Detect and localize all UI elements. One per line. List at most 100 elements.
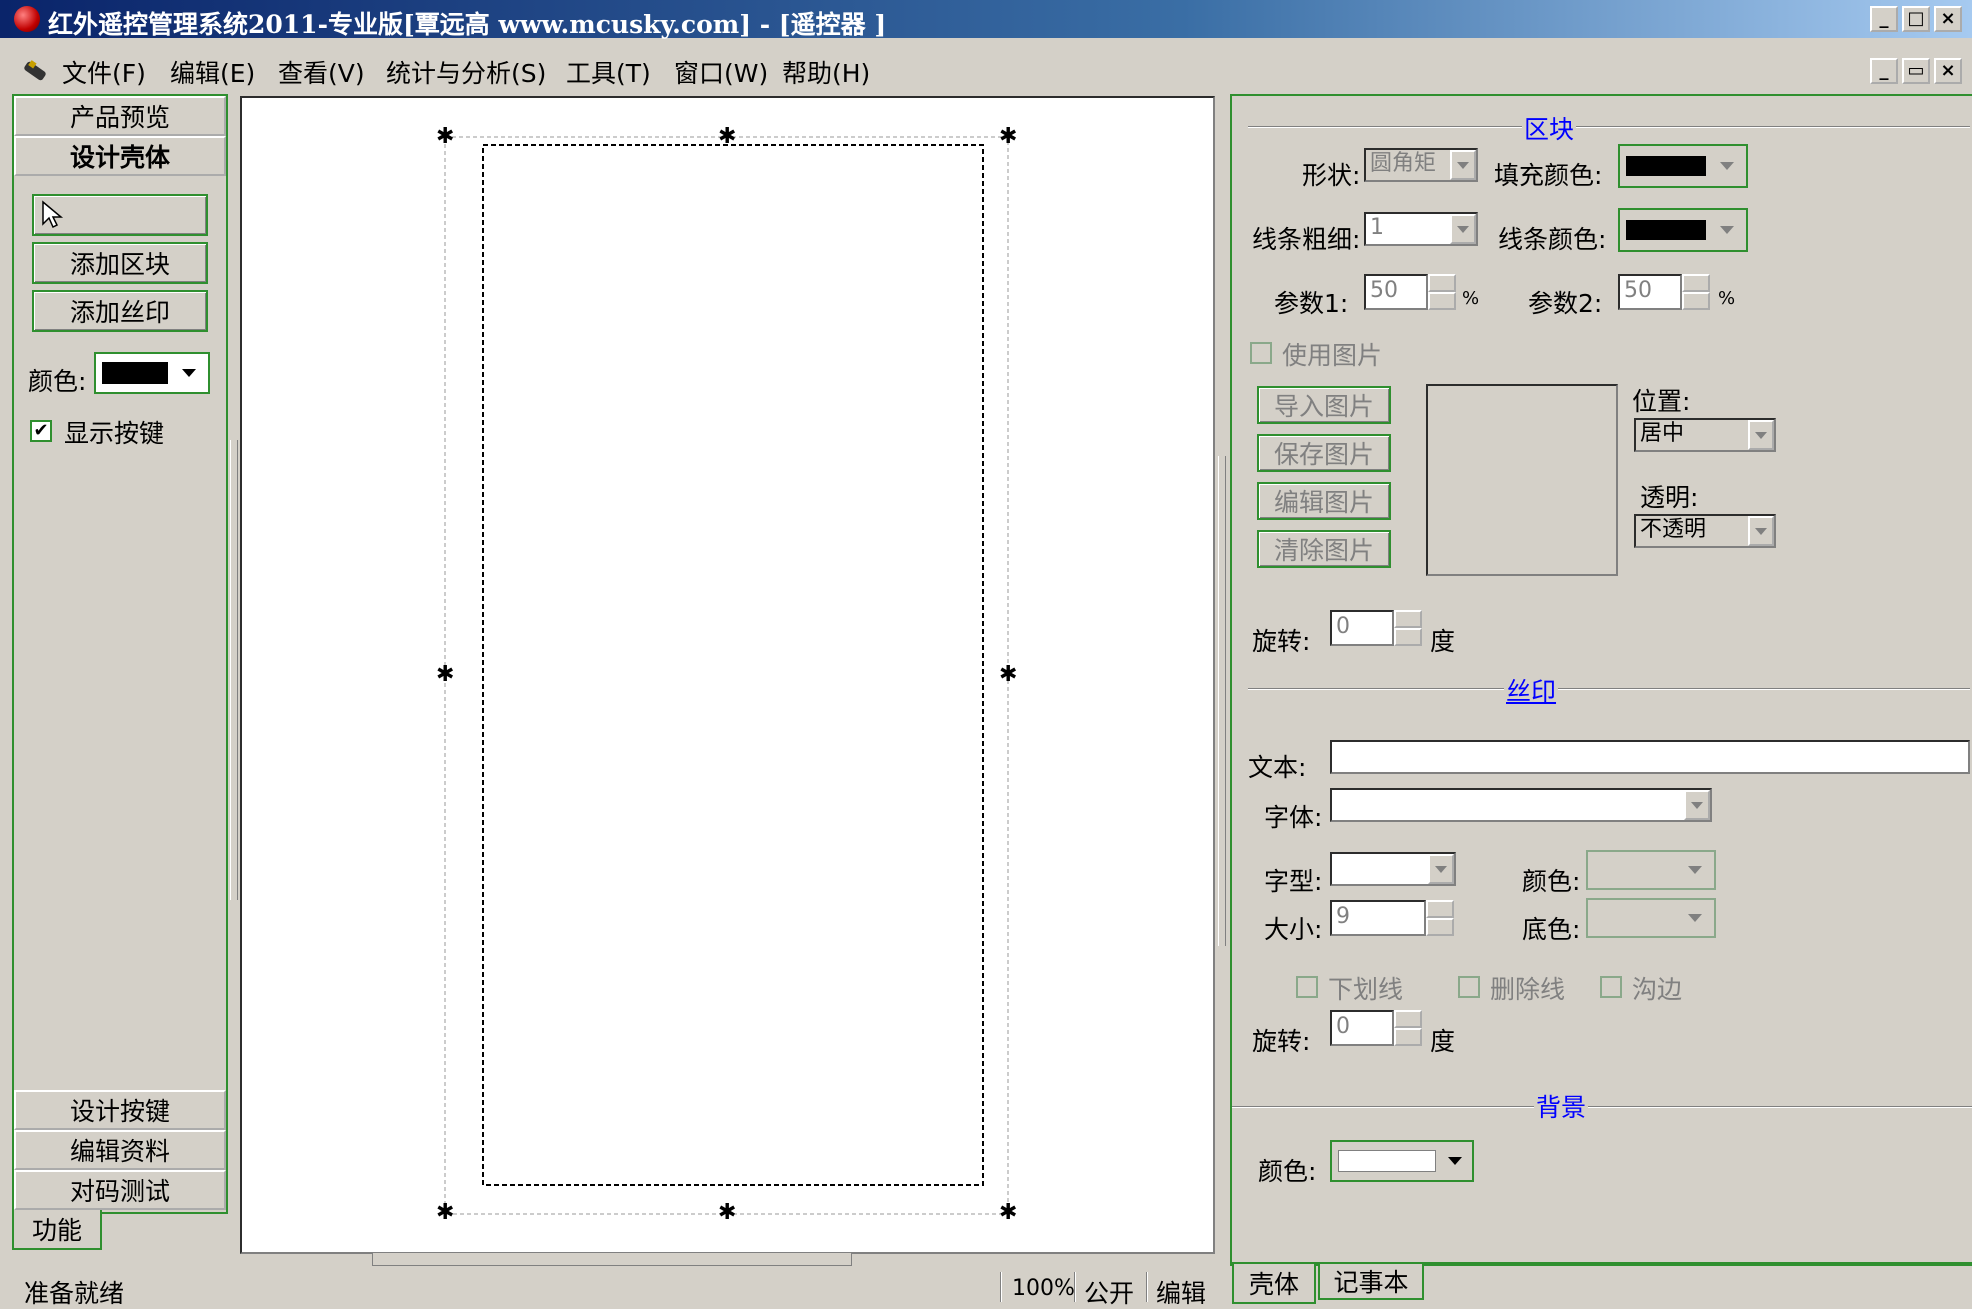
outline-label: 沟边	[1632, 975, 1683, 1004]
save-image-button[interactable]: 保存图片	[1257, 434, 1391, 472]
menu-statistics[interactable]: 统计与分析(S)	[386, 54, 546, 90]
param1-spinner[interactable]: 50	[1364, 274, 1456, 310]
shell-outline	[444, 136, 1009, 1215]
add-silkscreen-button[interactable]: 添加丝印	[32, 290, 208, 332]
position-select[interactable]: 居中	[1634, 418, 1776, 452]
line-color-picker[interactable]	[1618, 208, 1748, 252]
show-keys-label: 显示按键	[64, 419, 165, 448]
transparent-label: 透明:	[1640, 483, 1699, 512]
outline-checkbox[interactable]	[1600, 976, 1622, 998]
edit-image-button[interactable]: 编辑图片	[1257, 482, 1391, 520]
style-label: 字型:	[1264, 867, 1323, 896]
resize-handle-right[interactable]: ✱	[999, 664, 1017, 686]
add-block-button[interactable]: 添加区块	[32, 242, 208, 284]
param1-unit: %	[1462, 288, 1480, 309]
chevron-down-icon	[1450, 150, 1476, 180]
chevron-down-icon	[1720, 226, 1734, 234]
rotate-spinner[interactable]: 0	[1330, 610, 1422, 646]
use-image-label: 使用图片	[1282, 341, 1383, 370]
line-width-select[interactable]: 1	[1364, 212, 1478, 246]
resize-handle-bottom-left[interactable]: ✱	[436, 1202, 454, 1224]
silk-color-picker[interactable]	[1586, 850, 1716, 890]
resize-handle-top-right[interactable]: ✱	[999, 126, 1017, 148]
chevron-down-icon	[1448, 1157, 1462, 1165]
resize-handle-top[interactable]: ✱	[718, 126, 736, 148]
chevron-down-icon	[1684, 790, 1710, 820]
right-splitter[interactable]	[1218, 456, 1226, 946]
block-section-title: 区块	[1522, 110, 1577, 146]
param2-spinner[interactable]: 50	[1618, 274, 1710, 310]
strikethrough-checkbox[interactable]	[1458, 976, 1480, 998]
font-select[interactable]	[1330, 788, 1712, 822]
use-image-checkbox[interactable]	[1250, 342, 1272, 364]
line-color-swatch	[1626, 220, 1706, 240]
transparency-select[interactable]: 不透明	[1634, 514, 1776, 548]
param1-spin-buttons[interactable]	[1428, 274, 1456, 310]
import-image-button[interactable]: 导入图片	[1257, 386, 1391, 424]
fill-color-picker[interactable]	[1618, 144, 1748, 188]
horizontal-splitter[interactable]	[372, 1252, 852, 1266]
silk-bg-color-picker[interactable]	[1586, 898, 1716, 938]
size-spin-buttons[interactable]	[1426, 900, 1454, 936]
shape-select[interactable]: 圆角矩	[1364, 148, 1478, 182]
chevron-down-icon	[1720, 162, 1734, 170]
silk-rotate-spin-buttons[interactable]	[1394, 1010, 1422, 1046]
rotate-spin-buttons[interactable]	[1394, 610, 1422, 646]
design-canvas[interactable]: ✱ ✱ ✱ ✱ ✱ ✱ ✱ ✱	[240, 96, 1215, 1254]
chevron-down-icon	[1748, 420, 1774, 450]
remote-control-icon	[24, 60, 46, 81]
mdi-minimize-button[interactable]: _	[1870, 58, 1898, 84]
color-picker[interactable]	[94, 352, 210, 394]
left-tool-panel: 产品预览 设计壳体 添加区块 添加丝印 颜色: ✔ 显示按键 设计按键 编辑资料…	[12, 94, 228, 1214]
position-label: 位置:	[1632, 387, 1691, 416]
menu-tools[interactable]: 工具(T)	[566, 54, 651, 90]
status-bar: 准备就绪 100% 公开 编辑	[0, 1268, 1972, 1308]
menu-help[interactable]: 帮助(H)	[782, 54, 870, 90]
shape-label: 形状:	[1302, 161, 1361, 190]
maximize-button[interactable]: □	[1902, 6, 1930, 32]
silk-divider	[1248, 688, 1970, 690]
bg-color-label: 底色:	[1522, 915, 1581, 944]
edit-data-tab[interactable]: 编辑资料	[14, 1130, 226, 1170]
clear-image-button[interactable]: 清除图片	[1257, 530, 1391, 568]
font-style-select[interactable]	[1330, 852, 1456, 886]
block-divider	[1248, 126, 1970, 128]
design-keys-tab[interactable]: 设计按键	[14, 1090, 226, 1130]
menu-view[interactable]: 查看(V)	[278, 54, 365, 90]
menu-window[interactable]: 窗口(W)	[674, 54, 768, 90]
left-splitter[interactable]	[230, 440, 238, 900]
silk-rotate-label: 旋转:	[1252, 1027, 1311, 1056]
menu-file[interactable]: 文件(F)	[62, 54, 146, 90]
status-mode: 编辑	[1156, 1279, 1207, 1308]
mdi-restore-button[interactable]: ▭	[1902, 58, 1930, 84]
resize-handle-left[interactable]: ✱	[436, 664, 454, 686]
resize-handle-top-left[interactable]: ✱	[436, 126, 454, 148]
size-spinner[interactable]: 9	[1330, 900, 1454, 936]
pointer-tool-button[interactable]	[32, 194, 208, 236]
function-tab[interactable]: 功能	[12, 1210, 102, 1250]
chevron-down-icon	[1688, 866, 1702, 874]
background-color-label: 颜色:	[1258, 1157, 1317, 1186]
underline-label: 下划线	[1328, 975, 1404, 1004]
resize-handle-bottom[interactable]: ✱	[718, 1202, 736, 1224]
underline-checkbox[interactable]	[1296, 976, 1318, 998]
pairing-test-tab[interactable]: 对码测试	[14, 1170, 226, 1210]
design-shell-header[interactable]: 设计壳体	[14, 136, 226, 176]
menu-edit[interactable]: 编辑(E)	[170, 54, 255, 90]
mdi-close-button[interactable]: ×	[1934, 58, 1962, 84]
chevron-down-icon	[1688, 914, 1702, 922]
resize-handle-bottom-right[interactable]: ✱	[999, 1202, 1017, 1224]
silk-rotate-spinner[interactable]: 0	[1330, 1010, 1422, 1046]
app-icon	[14, 6, 40, 32]
font-label: 字体:	[1264, 803, 1323, 832]
silk-color-label: 颜色:	[1522, 867, 1581, 896]
background-color-picker[interactable]	[1330, 1140, 1474, 1182]
color-swatch	[102, 362, 168, 384]
background-divider	[1232, 1106, 1972, 1108]
minimize-button[interactable]: _	[1870, 6, 1898, 32]
close-button[interactable]: ×	[1934, 6, 1962, 32]
product-preview-header[interactable]: 产品预览	[14, 96, 226, 136]
param2-spin-buttons[interactable]	[1682, 274, 1710, 310]
silk-text-input[interactable]	[1330, 740, 1970, 774]
show-keys-checkbox[interactable]: ✔	[30, 420, 52, 442]
